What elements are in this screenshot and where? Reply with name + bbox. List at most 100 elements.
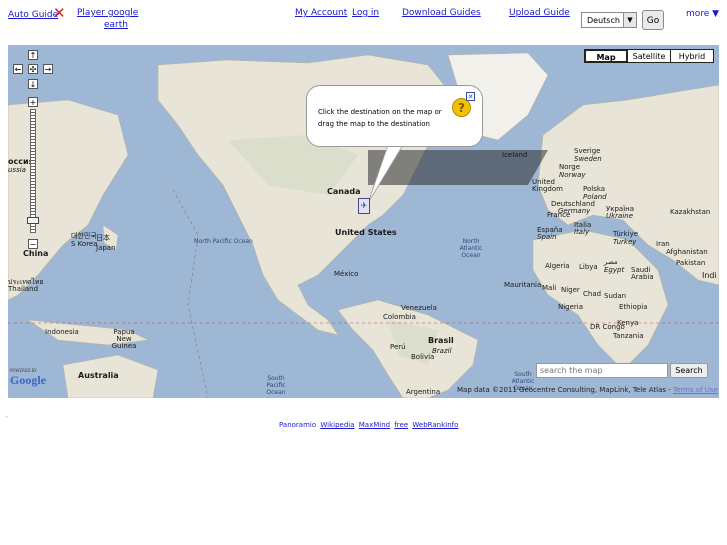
map-search-input[interactable] <box>536 363 668 378</box>
chevron-down-icon: ▼ <box>623 13 636 27</box>
pan-down-button[interactable]: ↓ <box>28 79 38 89</box>
map-label-pakistan: Pakistan <box>676 259 706 267</box>
page-header-area: Auto Guide ✕ Player google earth My Acco… <box>0 0 727 458</box>
map-label-germany: Germany <box>558 207 591 215</box>
map-label-south-korea: S Korea <box>71 240 98 248</box>
footer-link-webrankinfo[interactable]: WebRankInfo <box>412 421 458 429</box>
map-canvas[interactable]: Canada United States México Venezuela Co… <box>8 45 719 398</box>
map-label-norge: Norge <box>559 163 581 171</box>
map-label-iceland: Iceland <box>502 151 528 159</box>
map-attribution: Map data ©2011 Geocentre Consulting, Map… <box>457 386 718 394</box>
more-menu-link[interactable]: more ▼ <box>686 9 719 19</box>
map-label-peru: Perú <box>390 343 406 351</box>
footer-link-wikipedia[interactable]: Wikipedia <box>320 421 354 429</box>
my-account-link[interactable]: My Account <box>295 8 347 18</box>
map-label-argentina: Argentina <box>406 388 441 396</box>
map-label-ethiopia: Ethiopia <box>619 303 648 311</box>
map-label-bolivia: Bolivia <box>411 353 435 361</box>
map-label-norway: Norway <box>559 171 586 179</box>
map-label-kenya: Kenya <box>617 319 639 327</box>
map-label-north-atlantic-ocean: North Atlantic Ocean <box>459 238 483 259</box>
map-label-nigeria: Nigeria <box>558 303 584 311</box>
map-label-united-kingdom: United Kingdom <box>532 178 563 193</box>
map-label-japan-jp: 日本 <box>96 234 110 242</box>
map-label-north-pacific-ocean: North Pacific Ocean <box>194 238 253 245</box>
player-google-earth-link[interactable]: Player google <box>77 8 138 18</box>
google-logo: POWERED BY Google <box>10 368 46 388</box>
map-label-china: China <box>23 249 49 258</box>
map-type-satellite-button[interactable]: Satellite <box>627 49 671 63</box>
map-label-indonesia: Indonesia <box>45 328 79 336</box>
map-label-japan: Japan <box>96 244 116 252</box>
map-marker-icon[interactable]: ✈ <box>358 198 370 214</box>
go-button[interactable]: Go <box>642 10 664 30</box>
zoom-slider-handle[interactable] <box>27 217 39 224</box>
map-label-russia: ussia <box>8 166 26 174</box>
destination-popup: Click the destination on the map or drag… <box>306 85 483 147</box>
pan-left-button[interactable]: ← <box>13 64 23 74</box>
map-label-chad: Chad <box>583 290 602 298</box>
pan-center-button[interactable]: ✣ <box>28 64 38 74</box>
log-in-link[interactable]: Log in <box>352 8 379 18</box>
language-select[interactable]: Deutsch ▼ <box>581 12 637 28</box>
auto-guide-link[interactable]: Auto Guide <box>8 10 58 20</box>
footer-link-panoramio[interactable]: Panoramio <box>279 421 316 429</box>
map-type-map-button[interactable]: Map <box>584 49 628 63</box>
map-label-polska: Polska <box>583 185 606 193</box>
map-label-spain: Spain <box>537 233 557 241</box>
map-label-egypt: Egypt <box>604 266 625 274</box>
map-label-south-pacific-ocean: South Pacific Ocean <box>266 375 286 396</box>
map-label-iran: Iran <box>656 240 670 248</box>
map-label-ukraine: Ukraine <box>606 212 634 220</box>
zoom-slider-track[interactable] <box>30 109 36 233</box>
map-label-mexico: México <box>334 270 359 278</box>
map-label-mauritania: Mauritania <box>504 281 542 289</box>
download-guides-link[interactable]: Download Guides <box>402 8 481 18</box>
map-label-brasil: Brasil <box>428 336 454 345</box>
map-search-button[interactable]: Search <box>670 363 708 378</box>
map-label-brazil: Brazil <box>432 347 452 355</box>
google-logo-text: Google <box>10 373 46 387</box>
map-label-australia: Australia <box>78 371 119 380</box>
zoom-out-button[interactable]: − <box>28 239 38 249</box>
page-lower-blank <box>0 458 727 545</box>
pan-right-button[interactable]: → <box>43 64 53 74</box>
popup-message: Click the destination on the map or drag… <box>318 108 442 128</box>
zoom-in-button[interactable]: + <box>28 97 38 107</box>
map-label-thailand: Thailand <box>8 285 39 293</box>
map-label-sweden: Sweden <box>574 155 602 163</box>
map-label-italy: Italy <box>574 228 590 236</box>
map-label-kazakhstan: Kazakhstan <box>670 208 711 216</box>
footer-link-free[interactable]: free <box>394 421 408 429</box>
close-icon[interactable]: ✕ <box>466 92 475 101</box>
map-label-sverige: Sverige <box>574 147 601 155</box>
map-label-canada: Canada <box>327 187 361 196</box>
footer-link-maxmind[interactable]: MaxMind <box>359 421 390 429</box>
map-label-sudan: Sudan <box>604 292 627 300</box>
small-marker-glyph: ˏ <box>5 411 8 418</box>
language-select-value: Deutsch <box>587 16 620 25</box>
upload-guide-link[interactable]: Upload Guide <box>509 8 570 18</box>
map-label-colombia: Colombia <box>383 313 416 321</box>
close-icon[interactable]: ✕ <box>53 6 66 21</box>
map-label-united-states: United States <box>335 228 397 237</box>
map-label-papua-new-guinea: Papua New Guinea <box>111 328 137 350</box>
map-label-niger: Niger <box>561 286 580 294</box>
map-label-mali: Mali <box>542 284 557 292</box>
map-label-libya: Libya <box>579 263 598 271</box>
map-label-turkey: Turkey <box>613 238 637 246</box>
player-google-earth-link-line2[interactable]: earth <box>104 20 128 30</box>
map-label-afghanistan: Afghanistan <box>666 248 708 256</box>
pan-up-button[interactable]: ↑ <box>28 50 38 60</box>
terms-of-use-link[interactable]: Terms of Use <box>673 386 718 394</box>
map-label-venezuela: Venezuela <box>401 304 437 312</box>
map-label-india: Indi <box>702 271 717 280</box>
map-type-hybrid-button[interactable]: Hybrid <box>670 49 714 63</box>
map-label-algeria: Algeria <box>545 262 570 270</box>
map-label-turkiye: Türkiye <box>613 230 639 238</box>
north-pacific-ocean-text: North Pacific Ocean <box>194 238 253 245</box>
map-label-egypt-ar: مصر <box>604 258 618 266</box>
map-label-saudi-arabia: Saudi Arabia <box>631 266 654 281</box>
attribution-text: Map data ©2011 Geocentre Consulting, Map… <box>457 386 671 394</box>
map-label-tanzania: Tanzania <box>613 332 644 340</box>
